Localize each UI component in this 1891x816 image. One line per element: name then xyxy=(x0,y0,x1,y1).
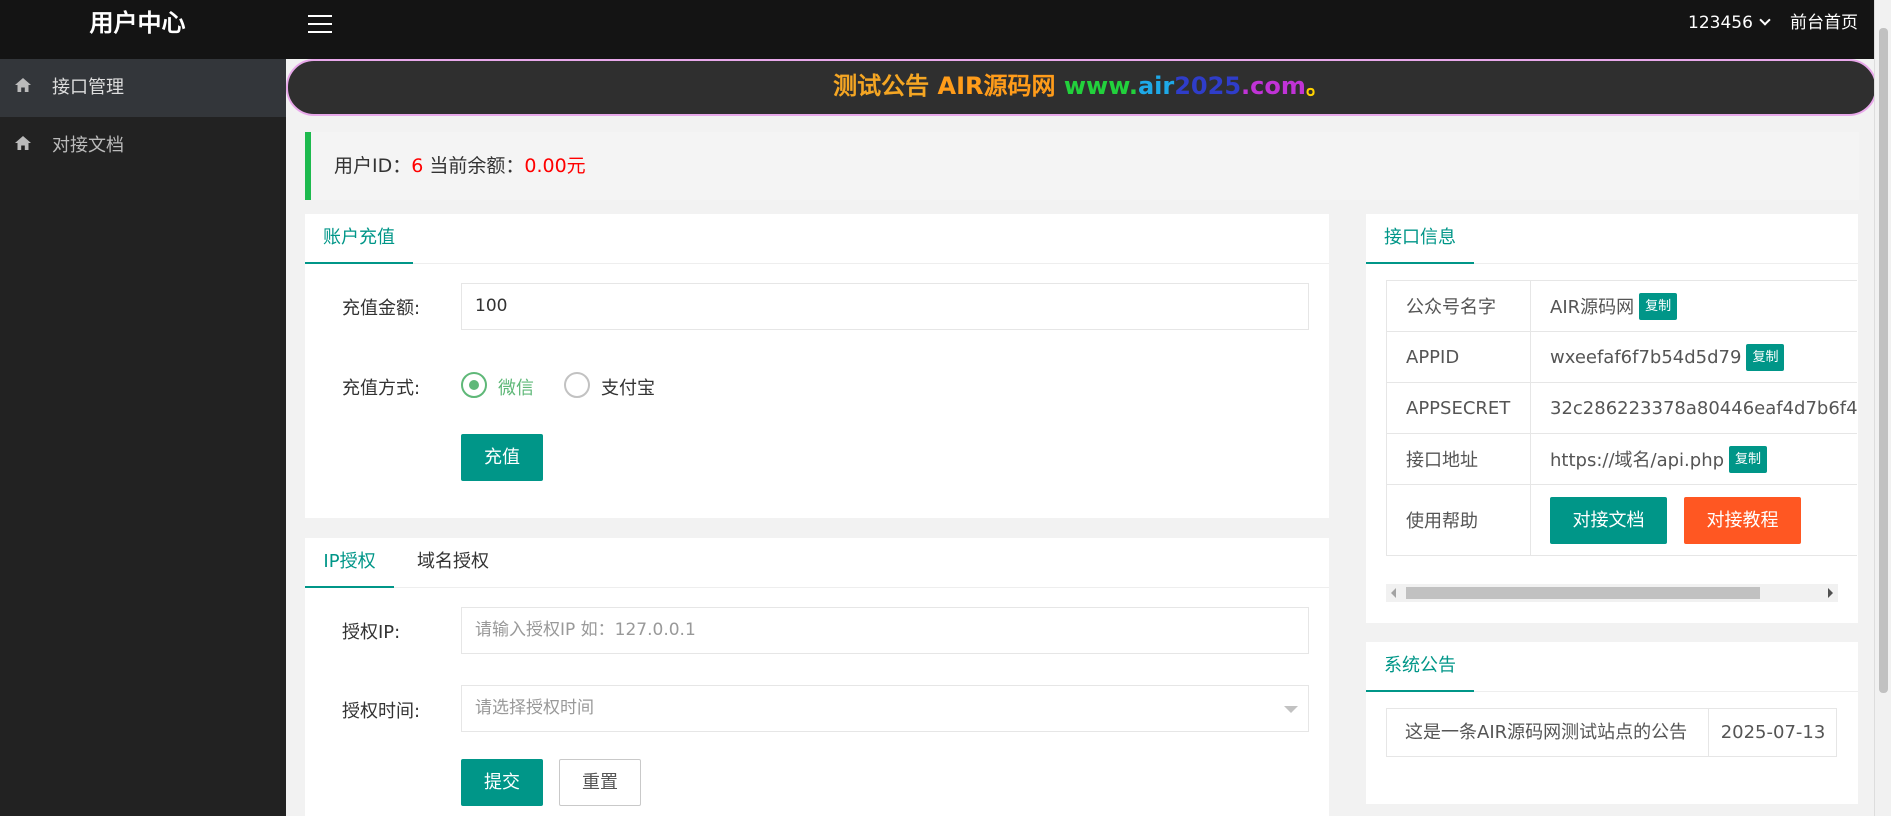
system-notice-card: 系统公告 这是一条AIR源码网测试站点的公告 2025-07-13 xyxy=(1366,642,1858,804)
copy-button[interactable]: 复制 xyxy=(1729,445,1768,473)
api-tutorial-button[interactable]: 对接教程 xyxy=(1684,496,1801,544)
table-key: 接口地址 xyxy=(1386,434,1531,484)
tab-recharge[interactable]: 账户充值 xyxy=(305,214,413,264)
announcement-part: 2025 xyxy=(1174,72,1242,100)
system-notice-tabs: 系统公告 xyxy=(1366,642,1858,692)
sidebar: 接口管理 对接文档 xyxy=(0,59,286,816)
username: 123456 xyxy=(1688,13,1753,33)
time-select-placeholder: 请选择授权时间 xyxy=(475,698,594,718)
wechat-label[interactable]: 微信 xyxy=(498,374,534,400)
scroll-right-icon[interactable] xyxy=(1828,588,1833,598)
ip-input[interactable]: 请输入授权IP 如：127.0.0.1 xyxy=(461,607,1309,654)
sidebar-item-docs[interactable]: 对接文档 xyxy=(0,117,286,175)
api-url-value: https://域名/api.php xyxy=(1550,450,1725,471)
appsecret-value: 32c286223378a80446eaf4d7b6f4905 xyxy=(1550,397,1857,419)
tab-ip-auth[interactable]: IP授权 xyxy=(305,538,394,588)
table-value: AIR源码网 复制 xyxy=(1550,281,1678,331)
ip-label: 授权IP: xyxy=(342,622,401,643)
table-key: 公众号名字 xyxy=(1386,281,1531,331)
announcement-part: 。 xyxy=(1305,72,1330,100)
table-value: 32c286223378a80446eaf4d7b6f4905 xyxy=(1550,383,1857,433)
sidebar-item-label: 接口管理 xyxy=(52,77,124,98)
user-id-label: 用户ID： xyxy=(334,155,412,177)
announcement-part: .com xyxy=(1241,72,1306,100)
chevron-down-icon xyxy=(1284,706,1298,713)
api-info-card: 接口信息 公众号名字 AIR源码网 复制 APPID wxeefaf6f7b54d… xyxy=(1366,214,1858,623)
sidebar-item-label: 对接文档 xyxy=(52,135,124,156)
alipay-radio[interactable] xyxy=(564,372,590,398)
api-docs-button[interactable]: 对接文档 xyxy=(1550,496,1667,544)
time-label: 授权时间: xyxy=(342,701,421,722)
page-scrollbar[interactable] xyxy=(1874,0,1891,816)
announcement-part: AIR源码网 xyxy=(937,72,1064,100)
submit-button[interactable]: 提交 xyxy=(461,759,543,806)
amount-input[interactable]: 100 xyxy=(461,283,1309,330)
tab-domain-auth[interactable]: 域名授权 xyxy=(408,538,498,588)
tab-system-notice[interactable]: 系统公告 xyxy=(1366,642,1474,692)
table-value: 对接文档 对接教程 xyxy=(1550,485,1801,555)
announcement-banner: 测试公告 AIR源码网 www.air2025.com。 xyxy=(286,59,1877,116)
api-info-tabs: 接口信息 xyxy=(1366,214,1858,264)
appid-value: wxeefaf6f7b54d5d79 xyxy=(1550,346,1742,368)
alipay-label[interactable]: 支付宝 xyxy=(601,374,655,400)
wechat-radio[interactable] xyxy=(461,372,487,398)
table-horizontal-scrollbar[interactable] xyxy=(1386,584,1838,602)
reset-button[interactable]: 重置 xyxy=(559,759,641,806)
recharge-tabs: 账户充值 xyxy=(305,214,1329,264)
menu-toggle-icon[interactable] xyxy=(306,13,336,37)
recharge-card: 账户充值 充值金额: 100 充值方式: 微信 支付宝 充值 xyxy=(305,214,1329,518)
method-label: 充值方式: xyxy=(342,378,421,399)
notice-text: 这是一条AIR源码网测试站点的公告 xyxy=(1387,709,1709,756)
home-icon xyxy=(15,136,31,150)
amount-label: 充值金额: xyxy=(342,298,421,319)
tab-api-info[interactable]: 接口信息 xyxy=(1366,214,1474,264)
announcement-part: air xyxy=(1137,72,1175,100)
user-menu[interactable]: 123456 xyxy=(1688,0,1771,46)
balance-value: 0.00元 xyxy=(524,155,586,177)
table-row: APPID wxeefaf6f7b54d5d79 复制 xyxy=(1386,331,1857,382)
frontend-home-link[interactable]: 前台首页 xyxy=(1790,0,1858,46)
balance-label: 当前余额： xyxy=(423,155,525,177)
home-icon xyxy=(15,78,31,92)
copy-button[interactable]: 复制 xyxy=(1746,343,1785,371)
sidebar-item-api-management[interactable]: 接口管理 xyxy=(0,59,286,117)
scrollbar-thumb[interactable] xyxy=(1406,587,1760,599)
table-row: 使用帮助 对接文档 对接教程 xyxy=(1386,484,1857,556)
auth-tabs: IP授权 域名授权 xyxy=(305,538,1329,588)
api-info-table: 公众号名字 AIR源码网 复制 APPID wxeefaf6f7b54d5d79 复… xyxy=(1386,280,1857,585)
announcement-part: 测试公告 xyxy=(833,72,938,100)
scrollbar-thumb[interactable] xyxy=(1879,28,1888,693)
table-value: wxeefaf6f7b54d5d79 复制 xyxy=(1550,332,1785,382)
table-value: https://域名/api.php 复制 xyxy=(1550,434,1768,484)
announcement-part: www. xyxy=(1063,72,1138,100)
table-key: APPID xyxy=(1386,332,1531,382)
scroll-left-icon[interactable] xyxy=(1391,588,1396,598)
notice-table: 这是一条AIR源码网测试站点的公告 2025-07-13 xyxy=(1386,708,1837,757)
table-row: 接口地址 https://域名/api.php 复制 xyxy=(1386,433,1857,484)
table-key: APPSECRET xyxy=(1386,383,1531,433)
account-name-value: AIR源码网 xyxy=(1550,297,1635,318)
table-row: APPSECRET 32c286223378a80446eaf4d7b6f490… xyxy=(1386,382,1857,433)
app-logo: 用户中心 xyxy=(89,9,186,37)
table-key: 使用帮助 xyxy=(1386,485,1531,555)
recharge-button[interactable]: 充值 xyxy=(461,434,543,481)
copy-button[interactable]: 复制 xyxy=(1639,292,1678,320)
account-info-bar: 用户ID：6 当前余额：0.00元 xyxy=(305,132,1859,200)
notice-date: 2025-07-13 xyxy=(1720,722,1826,743)
auth-card: IP授权 域名授权 授权IP: 请输入授权IP 如：127.0.0.1 授权时间… xyxy=(305,538,1329,816)
table-row: 公众号名字 AIR源码网 复制 xyxy=(1386,280,1857,331)
user-id-value: 6 xyxy=(411,155,424,177)
top-header: 用户中心 123456 前台首页 xyxy=(0,0,1891,59)
chevron-down-icon xyxy=(1759,14,1771,26)
time-select[interactable]: 请选择授权时间 xyxy=(461,685,1309,732)
